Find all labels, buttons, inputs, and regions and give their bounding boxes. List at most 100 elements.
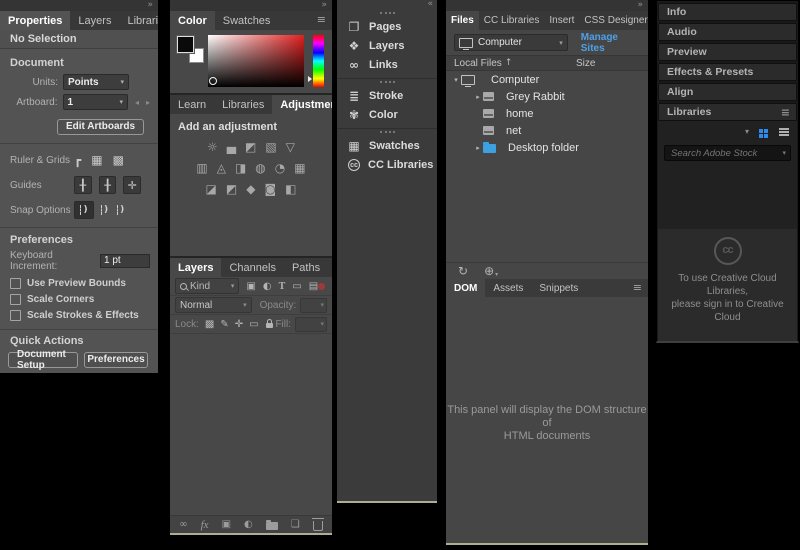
- selective-color-icon[interactable]: ◙: [264, 182, 276, 196]
- hue-slider-arrow[interactable]: [308, 76, 312, 82]
- panel-menu-icon[interactable]: ≡: [328, 258, 332, 277]
- opacity-select[interactable]: ▾: [300, 298, 327, 313]
- collapse-panel-icon[interactable]: «: [337, 0, 437, 10]
- panel-header-info[interactable]: Info: [658, 3, 797, 21]
- tab-properties[interactable]: Properties: [0, 11, 70, 30]
- tab-adjustments[interactable]: Adjustments: [272, 95, 332, 114]
- grid-view-icon[interactable]: [759, 129, 763, 133]
- exposure-icon[interactable]: ▧: [265, 140, 276, 154]
- tab-css-designer[interactable]: CSS Designer: [579, 11, 648, 30]
- list-view-icon[interactable]: [779, 128, 789, 130]
- new-group-icon[interactable]: [266, 522, 278, 530]
- twisty-icon[interactable]: ▸: [473, 93, 483, 101]
- threshold-icon[interactable]: ◆: [246, 182, 255, 196]
- tab-layers[interactable]: Layers: [70, 11, 119, 30]
- collapse-panel-icon[interactable]: »: [0, 0, 158, 11]
- panel-header-libraries[interactable]: Libraries ≡: [658, 103, 797, 121]
- tab-color[interactable]: Color: [170, 11, 215, 30]
- tree-row-home[interactable]: home: [446, 105, 648, 122]
- blend-mode-select[interactable]: Normal ▾: [175, 297, 252, 313]
- preferences-button[interactable]: Preferences: [84, 352, 148, 368]
- lock-transparency-icon[interactable]: ▩: [205, 319, 214, 330]
- vibrance-icon[interactable]: ▽: [286, 140, 295, 154]
- panel-header-effects-presets[interactable]: Effects & Presets: [658, 63, 797, 81]
- filter-shape-layers-icon[interactable]: ▭: [292, 281, 301, 292]
- filter-pixel-layers-icon[interactable]: ▣: [246, 281, 255, 292]
- scale-strokes-checkbox[interactable]: [10, 310, 21, 321]
- tab-insert[interactable]: Insert: [544, 11, 579, 30]
- panel-header-audio[interactable]: Audio: [658, 23, 797, 41]
- lock-artboard-icon[interactable]: ▭: [249, 319, 258, 330]
- gradient-map-icon[interactable]: ◧: [285, 182, 296, 196]
- show-guides-button[interactable]: ╂: [74, 176, 92, 194]
- posterize-icon[interactable]: ◩: [226, 182, 237, 196]
- tab-swatches[interactable]: Swatches: [215, 11, 279, 30]
- tree-row-net[interactable]: net: [446, 122, 648, 139]
- drag-grip[interactable]: [380, 131, 395, 133]
- filter-type-layers-icon[interactable]: T: [279, 281, 286, 292]
- size-column-header[interactable]: Size: [576, 58, 595, 69]
- keyboard-increment-input[interactable]: [100, 254, 150, 268]
- local-files-column-header[interactable]: Local Files: [446, 58, 502, 69]
- channel-mixer-icon[interactable]: ◔: [275, 161, 285, 175]
- tree-row-desktop-folder[interactable]: ▸ Desktop folder: [446, 139, 648, 156]
- site-selector[interactable]: Computer ▾: [454, 34, 568, 51]
- tab-layers[interactable]: Layers: [170, 258, 221, 277]
- color-lookup-icon[interactable]: ▦: [294, 161, 305, 175]
- manage-sites-link[interactable]: Manage Sites: [581, 32, 640, 54]
- lock-position-icon[interactable]: ✛: [235, 319, 243, 330]
- tab-libraries[interactable]: Libraries: [214, 95, 272, 114]
- tab-dom[interactable]: DOM: [446, 279, 485, 297]
- black-white-icon[interactable]: ◨: [235, 161, 246, 175]
- twisty-icon[interactable]: ▸: [473, 144, 483, 152]
- lock-all-icon[interactable]: [266, 323, 273, 328]
- tab-cc-libraries[interactable]: CC Libraries: [479, 11, 545, 30]
- collapse-panel-icon[interactable]: »: [446, 0, 648, 11]
- dock-item-layers[interactable]: ❖ Layers: [337, 36, 437, 55]
- panel-header-preview[interactable]: Preview: [658, 43, 797, 61]
- tab-assets[interactable]: Assets: [485, 279, 531, 297]
- collapse-panel-icon[interactable]: »: [170, 0, 332, 11]
- link-layers-icon[interactable]: ∞: [179, 519, 187, 530]
- artboard-select[interactable]: 1 ▾: [63, 94, 128, 110]
- hue-slider[interactable]: [313, 35, 324, 87]
- invert-icon[interactable]: ◪: [206, 182, 217, 196]
- filtering-toggle[interactable]: [318, 283, 325, 290]
- snap-to-point-button[interactable]: ): [74, 201, 94, 219]
- tab-libraries[interactable]: Libraries: [119, 11, 158, 30]
- tree-row-computer[interactable]: ▾ Computer: [446, 71, 648, 88]
- lock-guides-button[interactable]: ╂: [99, 176, 117, 194]
- delete-layer-icon[interactable]: [313, 521, 323, 531]
- hue-saturation-icon[interactable]: ▥: [196, 161, 207, 175]
- library-dropdown-icon[interactable]: ▾: [745, 127, 749, 136]
- panel-header-align[interactable]: Align: [658, 83, 797, 101]
- tree-row-grey-rabbit[interactable]: ▸ Grey Rabbit: [446, 88, 648, 105]
- refresh-icon[interactable]: ↻: [458, 264, 468, 278]
- dock-item-links[interactable]: ∞ Links: [337, 55, 437, 74]
- drag-grip[interactable]: [380, 12, 395, 14]
- use-preview-bounds-checkbox[interactable]: [10, 278, 21, 289]
- snap-to-pixel-button[interactable]: ): [117, 205, 124, 215]
- layer-style-icon[interactable]: fx: [201, 519, 209, 531]
- next-artboard-icon[interactable]: ▸: [146, 98, 150, 107]
- dock-item-color[interactable]: ✾ Color: [337, 105, 437, 124]
- panel-menu-icon[interactable]: ≡: [627, 279, 648, 297]
- pixel-grid-icon[interactable]: ▩: [113, 153, 124, 167]
- tab-paths[interactable]: Paths: [284, 258, 328, 277]
- dock-item-cc-libraries[interactable]: cc CC Libraries: [337, 155, 437, 174]
- prev-artboard-icon[interactable]: ◂: [135, 98, 139, 107]
- grid-icon[interactable]: ▦: [91, 153, 102, 167]
- chevron-down-icon[interactable]: ▾: [782, 149, 786, 157]
- brightness-contrast-icon[interactable]: ☼: [207, 140, 218, 154]
- saturation-brightness-field[interactable]: [208, 35, 304, 87]
- scale-corners-checkbox[interactable]: [10, 294, 21, 305]
- document-setup-button[interactable]: Document Setup: [8, 352, 78, 368]
- glyph-guides-button[interactable]: ✛: [123, 176, 141, 194]
- fill-select[interactable]: ▾: [295, 317, 327, 332]
- color-balance-icon[interactable]: ◬: [217, 161, 226, 175]
- tab-channels[interactable]: Channels: [221, 258, 283, 277]
- lock-pixels-icon[interactable]: ✎: [220, 319, 228, 330]
- dock-item-stroke[interactable]: ≣ Stroke: [337, 86, 437, 105]
- photo-filter-icon[interactable]: ◍: [255, 161, 265, 175]
- filter-kind-select[interactable]: Kind ▾: [175, 278, 239, 294]
